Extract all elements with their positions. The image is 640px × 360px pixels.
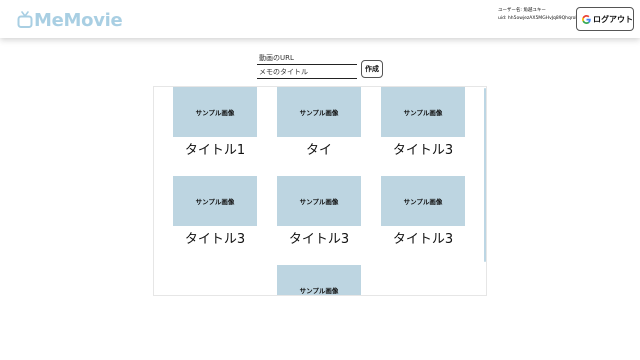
card-title: タイトル3 (392, 232, 454, 247)
app-header: MeMovie ユーザー名: 角越ユキー uid: hh5owjezAX5MGH… (0, 0, 640, 38)
memo-card[interactable]: サンプル画像 タイ (277, 87, 361, 158)
card-thumbnail: サンプル画像 (381, 176, 465, 226)
logout-label: ログアウト (593, 14, 633, 24)
video-url-input[interactable] (257, 52, 357, 65)
memo-title-input[interactable] (257, 66, 357, 79)
card-title: タイトル3 (288, 232, 350, 247)
user-uid: uid: hh5owjezAX5MGHvJq89Qhqroh9ct (498, 16, 576, 21)
app-logo[interactable]: MeMovie (17, 8, 123, 32)
memo-card[interactable]: サンプル画像 タイトル3 (381, 87, 465, 158)
grid-scrollbar[interactable] (484, 88, 486, 262)
card-thumbnail: サンプル画像 (277, 87, 361, 137)
card-title: タイトル3 (184, 232, 246, 247)
card-thumbnail: サンプル画像 (173, 87, 257, 137)
card-thumbnail: サンプル画像 (277, 176, 361, 226)
tv-icon (17, 11, 33, 28)
memo-card[interactable]: サンプル画像 タイトル1 (173, 87, 257, 158)
logo-text: MeMovie (34, 9, 123, 31)
card-thumbnail: サンプル画像 (173, 176, 257, 226)
card-thumbnail: サンプル画像 (381, 87, 465, 137)
memo-grid[interactable]: サンプル画像 タイトル1 サンプル画像 タイ サンプル画像 タイトル3 サンプル… (153, 86, 487, 296)
memo-card[interactable]: サンプル画像 タイトル3 (173, 176, 257, 247)
card-title: タイ (305, 143, 332, 158)
card-thumbnail: サンプル画像 (277, 265, 361, 295)
memo-card[interactable]: サンプル画像 タイトル3 (381, 176, 465, 247)
google-icon (582, 14, 591, 24)
create-button[interactable]: 作成 (361, 60, 383, 78)
card-title: タイトル3 (392, 143, 454, 158)
logout-button[interactable]: ログアウト (576, 7, 634, 31)
user-name: ユーザー名: 角越ユキー (498, 8, 546, 13)
memo-card[interactable]: サンプル画像 (277, 265, 361, 295)
memo-card[interactable]: サンプル画像 タイトル3 (277, 176, 361, 247)
user-info: ユーザー名: 角越ユキー uid: hh5owjezAX5MGHvJq89Qhq… (498, 7, 576, 23)
card-title: タイトル1 (184, 143, 246, 158)
